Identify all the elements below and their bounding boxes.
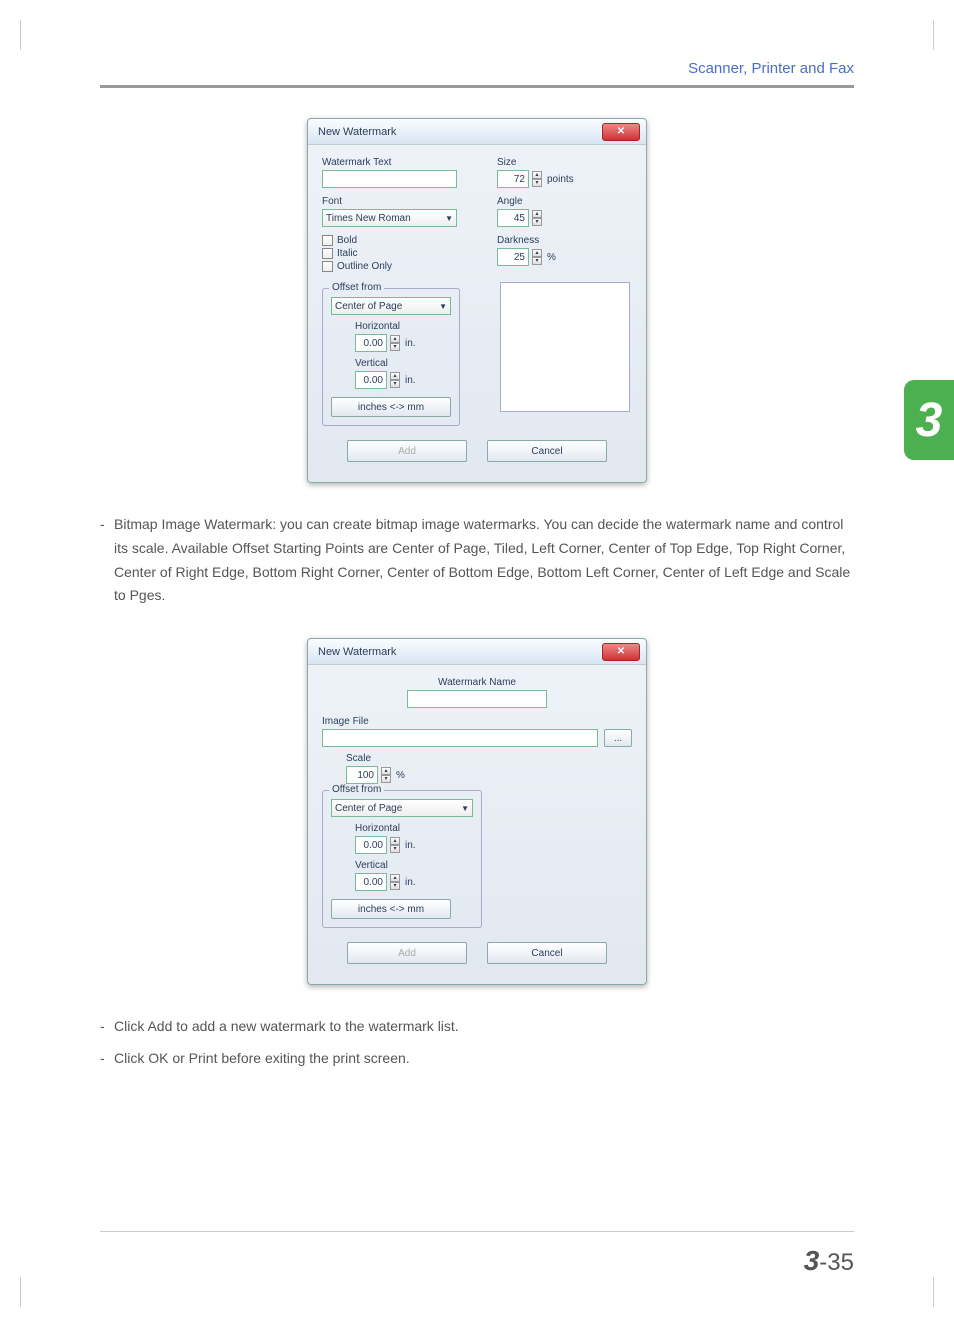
bold-label: Bold (337, 235, 357, 246)
scale-unit: % (396, 770, 405, 781)
watermark-text-label: Watermark Text (322, 157, 457, 168)
horizontal-stepper[interactable]: ▴▾ (390, 335, 400, 351)
bullet-dash: - (100, 513, 114, 608)
watermark-name-input[interactable] (407, 690, 547, 708)
offset-legend: Offset from (329, 282, 384, 293)
dialog-title: New Watermark (318, 646, 396, 658)
font-select[interactable]: Times New Roman ▼ (322, 209, 457, 227)
footer-chapter: 3 (804, 1245, 820, 1276)
italic-label: Italic (337, 248, 358, 259)
italic-checkbox[interactable] (322, 248, 333, 259)
watermark-text-input[interactable] (322, 170, 457, 188)
offset-value: Center of Page (335, 301, 402, 312)
offset-legend: Offset from (329, 784, 384, 795)
size-stepper[interactable]: ▴▾ (532, 171, 542, 187)
horizontal-unit: in. (405, 840, 416, 851)
font-label: Font (322, 196, 457, 207)
darkness-unit: % (547, 252, 556, 263)
chevron-down-icon: ▼ (461, 804, 469, 813)
vertical-unit: in. (405, 877, 416, 888)
angle-input[interactable]: 45 (497, 209, 529, 227)
preview-area (500, 282, 630, 412)
dialog-title: New Watermark (318, 126, 396, 138)
scale-label: Scale (346, 753, 632, 764)
image-file-input[interactable] (322, 729, 598, 747)
darkness-stepper[interactable]: ▴▾ (532, 249, 542, 265)
offset-select[interactable]: Center of Page ▼ (331, 297, 451, 315)
horizontal-label: Horizontal (355, 321, 451, 332)
vertical-input[interactable]: 0.00 (355, 873, 387, 891)
cancel-button[interactable]: Cancel (487, 942, 607, 964)
offset-value: Center of Page (335, 803, 402, 814)
footer-divider (100, 1231, 854, 1232)
footer-page: 35 (827, 1249, 854, 1276)
chapter-number: 3 (916, 393, 943, 448)
angle-label: Angle (497, 196, 632, 207)
page-footer: 3-35 (804, 1245, 854, 1277)
ok-print-instruction: Click OK or Print before exiting the pri… (114, 1047, 854, 1071)
vertical-input[interactable]: 0.00 (355, 371, 387, 389)
watermark-name-label: Watermark Name (322, 677, 632, 688)
chevron-down-icon: ▼ (439, 302, 447, 311)
darkness-input[interactable]: 25 (497, 248, 529, 266)
vertical-label: Vertical (355, 860, 473, 871)
size-unit: points (547, 174, 574, 185)
offset-select[interactable]: Center of Page ▼ (331, 799, 473, 817)
chapter-tab: 3 (904, 380, 954, 460)
offset-fieldset: Offset from Center of Page ▼ Horizontal … (322, 790, 482, 928)
horizontal-input[interactable]: 0.00 (355, 334, 387, 352)
horizontal-unit: in. (405, 338, 416, 349)
horizontal-stepper[interactable]: ▴▾ (390, 837, 400, 853)
angle-stepper[interactable]: ▴▾ (532, 210, 542, 226)
header-divider (100, 85, 854, 88)
scale-input[interactable]: 100 (346, 766, 378, 784)
bullet-dash: - (100, 1015, 114, 1039)
outline-checkbox[interactable] (322, 261, 333, 272)
vertical-unit: in. (405, 375, 416, 386)
cancel-button[interactable]: Cancel (487, 440, 607, 462)
darkness-label: Darkness (497, 235, 632, 246)
add-button[interactable]: Add (347, 942, 467, 964)
bold-checkbox[interactable] (322, 235, 333, 246)
vertical-stepper[interactable]: ▴▾ (390, 874, 400, 890)
dialog-titlebar: New Watermark ✕ (308, 639, 646, 665)
close-button[interactable]: ✕ (602, 643, 640, 661)
size-input[interactable]: 72 (497, 170, 529, 188)
horizontal-input[interactable]: 0.00 (355, 836, 387, 854)
offset-fieldset: Offset from Center of Page ▼ Horizontal … (322, 288, 460, 426)
font-value: Times New Roman (326, 213, 411, 224)
dialog-titlebar: New Watermark ✕ (308, 119, 646, 145)
image-file-label: Image File (322, 716, 632, 727)
unit-convert-button[interactable]: inches <-> mm (331, 899, 451, 919)
bullet-dash: - (100, 1047, 114, 1071)
close-button[interactable]: ✕ (602, 123, 640, 141)
new-watermark-text-dialog: New Watermark ✕ Watermark Text Size 72 ▴… (307, 118, 647, 483)
scale-stepper[interactable]: ▴▾ (381, 767, 391, 783)
unit-convert-button[interactable]: inches <-> mm (331, 397, 451, 417)
add-button[interactable]: Add (347, 440, 467, 462)
outline-label: Outline Only (337, 261, 392, 272)
bitmap-watermark-description: Bitmap Image Watermark: you can create b… (114, 513, 854, 608)
header-section: Scanner, Printer and Fax (100, 60, 854, 77)
new-watermark-image-dialog: New Watermark ✕ Watermark Name Image Fil… (307, 638, 647, 985)
vertical-stepper[interactable]: ▴▾ (390, 372, 400, 388)
vertical-label: Vertical (355, 358, 451, 369)
close-icon: ✕ (617, 646, 625, 657)
size-label: Size (497, 157, 632, 168)
browse-button[interactable]: ... (604, 729, 632, 747)
add-instruction: Click Add to add a new watermark to the … (114, 1015, 854, 1039)
chevron-down-icon: ▼ (445, 214, 453, 223)
horizontal-label: Horizontal (355, 823, 473, 834)
close-icon: ✕ (617, 126, 625, 137)
